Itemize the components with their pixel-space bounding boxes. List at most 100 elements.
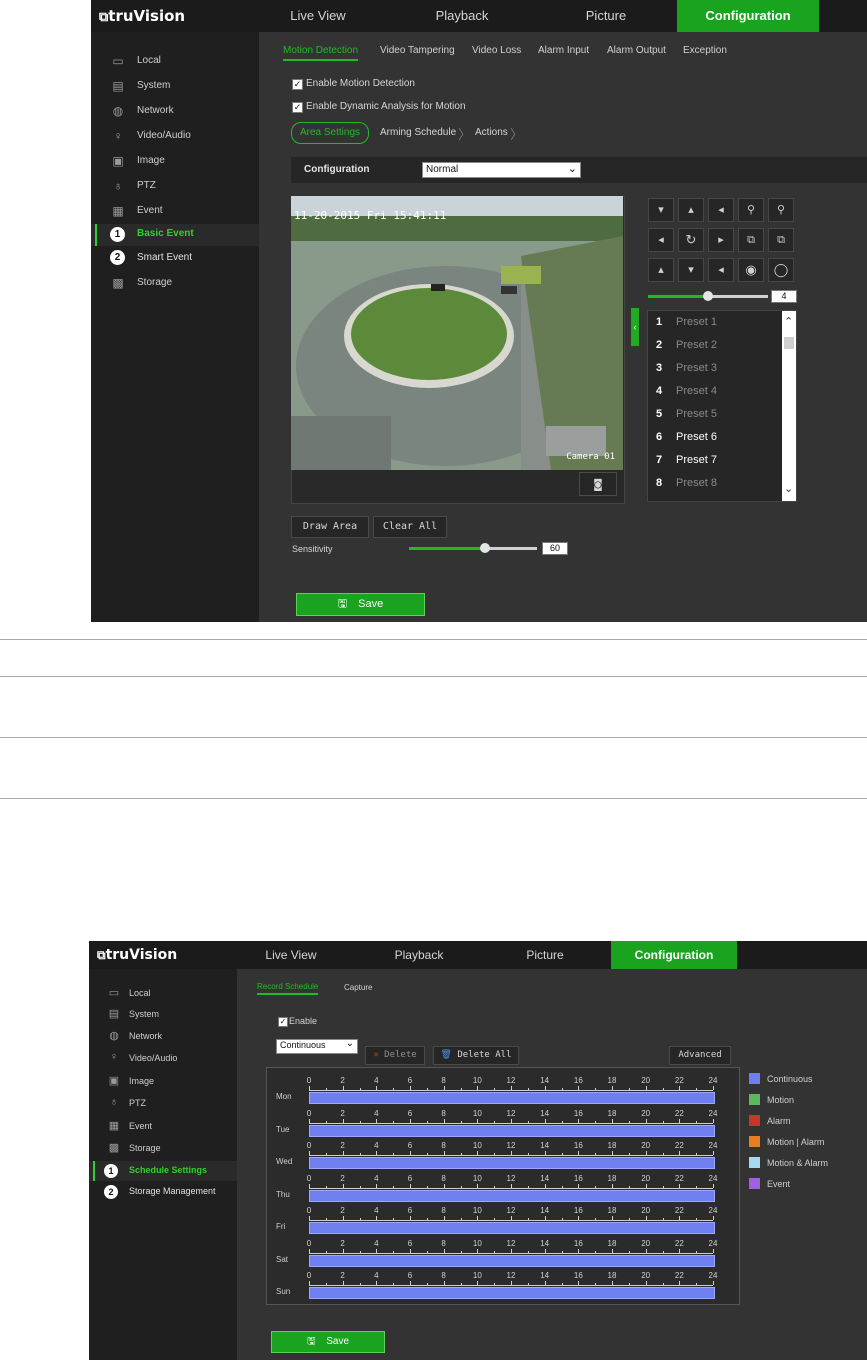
list-item[interactable]: 3 Preset 3 (648, 357, 780, 379)
zoom-out-icon[interactable]: ⚲ (768, 198, 794, 222)
preset-list-scrollbar[interactable]: ⌃ ⌄ (782, 311, 796, 501)
focus-far-icon[interactable]: ⧉ (768, 228, 794, 252)
scrollbar-thumb[interactable] (784, 337, 794, 349)
schedule-bar[interactable] (309, 1092, 715, 1104)
nav-live-view[interactable]: Live View (263, 0, 373, 32)
configuration-select[interactable]: Normal ⌄ (422, 162, 581, 178)
auto-scan-icon[interactable]: ↻ (678, 228, 704, 252)
list-item[interactable]: 4 Preset 4 (648, 380, 780, 402)
ptz-right-button[interactable]: ▸ (708, 228, 734, 252)
nav-picture[interactable]: Picture (495, 941, 595, 969)
nav-playback[interactable]: Playback (407, 0, 517, 32)
sensitivity-slider-track[interactable] (409, 543, 537, 553)
ptz-up-left-button[interactable]: ▾ (648, 198, 674, 222)
tab-alarm-output[interactable]: Alarm Output (607, 45, 666, 56)
save-button[interactable]: 🖫 Save (296, 593, 425, 616)
list-item[interactable]: 5 Preset 5 (648, 403, 780, 425)
hour-tick-label: 22 (674, 1206, 684, 1215)
sidebar-item-image[interactable]: ▣ Image (91, 152, 259, 172)
hour-tick-label: 8 (441, 1076, 446, 1085)
ptz-speed-value[interactable]: 4 (771, 290, 797, 303)
record-type-select[interactable]: Continuous ⌄ (276, 1038, 358, 1054)
list-item[interactable]: 6 Preset 6 (648, 426, 780, 448)
tab-alarm-input[interactable]: Alarm Input (538, 45, 589, 56)
sidebar-item-storage[interactable]: ▩ Storage (91, 274, 259, 294)
sidebar-item-storage-management[interactable]: 2 Storage Management (89, 1183, 237, 1201)
list-item[interactable]: 1 Preset 1 (648, 311, 780, 333)
day-label: Sat (276, 1254, 289, 1264)
zoom-in-icon[interactable]: ⚲ (738, 198, 764, 222)
sidebar-item-ptz[interactable]: ♁ PTZ (89, 1095, 237, 1113)
capture-snapshot-button[interactable]: ◙ (579, 472, 617, 496)
draw-area-button[interactable]: Draw Area (291, 516, 369, 538)
sidebar-item-local[interactable]: ▭ Local (91, 52, 259, 72)
sidebar-item-network[interactable]: ◍ Network (91, 102, 259, 122)
iris-open-icon[interactable]: ◉ (738, 258, 764, 282)
tab-exception[interactable]: Exception (683, 45, 727, 56)
sidebar-item-video-audio[interactable]: ♀ Video/Audio (91, 127, 259, 147)
tab-record-schedule[interactable]: Record Schedule (257, 982, 319, 995)
tab-video-tampering[interactable]: Video Tampering (380, 45, 455, 56)
tab-video-loss[interactable]: Video Loss (472, 45, 521, 56)
ptz-up-button[interactable]: ▴ (678, 198, 704, 222)
nav-configuration[interactable]: Configuration (611, 941, 737, 969)
enable-motion-checkbox[interactable]: ✓ (292, 79, 303, 90)
sidebar-item-system[interactable]: ▤ System (91, 77, 259, 97)
save-button[interactable]: 🖫 Save (271, 1331, 385, 1353)
save-button-label: Save (326, 1336, 350, 1347)
clear-all-button[interactable]: Clear All (373, 516, 447, 538)
schedule-bar[interactable] (309, 1157, 715, 1169)
list-item[interactable]: 2 Preset 2 (648, 334, 780, 356)
panel-collapse-handle[interactable]: ‹ (631, 308, 639, 346)
sidebar-item-video-audio[interactable]: ♀ Video/Audio (89, 1050, 237, 1068)
sidebar-item-schedule-settings[interactable]: 1 Schedule Settings (89, 1161, 237, 1181)
sidebar-item-event[interactable]: ▦ Event (89, 1118, 237, 1136)
tab-motion-detection[interactable]: Motion Detection (283, 45, 359, 61)
sensitivity-slider-handle[interactable] (480, 543, 490, 553)
nav-picture[interactable]: Picture (551, 0, 661, 32)
ptz-down-button[interactable]: ▾ (678, 258, 704, 282)
tab-capture[interactable]: Capture (344, 983, 372, 992)
brand-name: truVision (108, 7, 186, 25)
list-item[interactable]: 8 Preset 8 (648, 472, 780, 494)
schedule-bar[interactable] (309, 1222, 715, 1234)
sidebar-item-ptz[interactable]: ♁ PTZ (91, 177, 259, 197)
step-area-settings[interactable]: Area Settings (291, 122, 369, 144)
step-divider-icon: 〉 (510, 127, 524, 142)
enable-dynamic-checkbox[interactable]: ✓ (292, 102, 303, 113)
ptz-speed-slider-track[interactable] (648, 291, 768, 301)
focus-near-icon[interactable]: ⧉ (738, 228, 764, 252)
ptz-down-right-button[interactable]: ◂ (708, 258, 734, 282)
ptz-down-left-button[interactable]: ▴ (648, 258, 674, 282)
step-actions[interactable]: Actions (475, 127, 508, 138)
sidebar-item-smart-event[interactable]: 2 Smart Event (91, 249, 259, 269)
sidebar-item-network[interactable]: ◍ Network (89, 1028, 237, 1046)
delete-all-button[interactable]: 🗑 Delete All (433, 1046, 519, 1065)
schedule-bar[interactable] (309, 1189, 715, 1202)
ptz-speed-slider-handle[interactable] (703, 291, 713, 301)
ptz-up-right-button[interactable]: ◂ (708, 198, 734, 222)
nav-configuration[interactable]: Configuration (677, 0, 819, 32)
nav-playback[interactable]: Playback (369, 941, 469, 969)
callout-2-badge: 2 (104, 1185, 118, 1199)
delete-button[interactable]: ✕ Delete (365, 1046, 425, 1065)
schedule-bar[interactable] (309, 1124, 715, 1137)
nav-live-view[interactable]: Live View (241, 941, 341, 969)
sidebar-item-image[interactable]: ▣ Image (89, 1073, 237, 1091)
sidebar-item-local[interactable]: ▭ Local (89, 985, 237, 1003)
sidebar-item-system[interactable]: ▤ System (89, 1006, 237, 1024)
sidebar-item-basic-event[interactable]: 1 Basic Event (91, 224, 259, 246)
list-item[interactable]: 7 Preset 7 (648, 449, 780, 471)
enable-checkbox[interactable]: ✓ (278, 1017, 288, 1027)
schedule-bar[interactable] (309, 1254, 715, 1267)
step-arming-schedule[interactable]: Arming Schedule (380, 127, 456, 138)
sidebar-item-event[interactable]: ▦ Event (91, 202, 259, 222)
schedule-bar[interactable] (309, 1287, 715, 1299)
ptz-left-button[interactable]: ◂ (648, 228, 674, 252)
hour-tick-label: 16 (573, 1173, 583, 1183)
live-video-image[interactable]: 11-20-2015 Fri 15:41:11 Camera 01 (291, 196, 623, 470)
sensitivity-value[interactable]: 60 (542, 542, 568, 555)
iris-close-icon[interactable]: ◯ (768, 258, 794, 282)
sidebar-item-storage[interactable]: ▩ Storage (89, 1140, 237, 1158)
advanced-button[interactable]: Advanced (669, 1046, 731, 1065)
